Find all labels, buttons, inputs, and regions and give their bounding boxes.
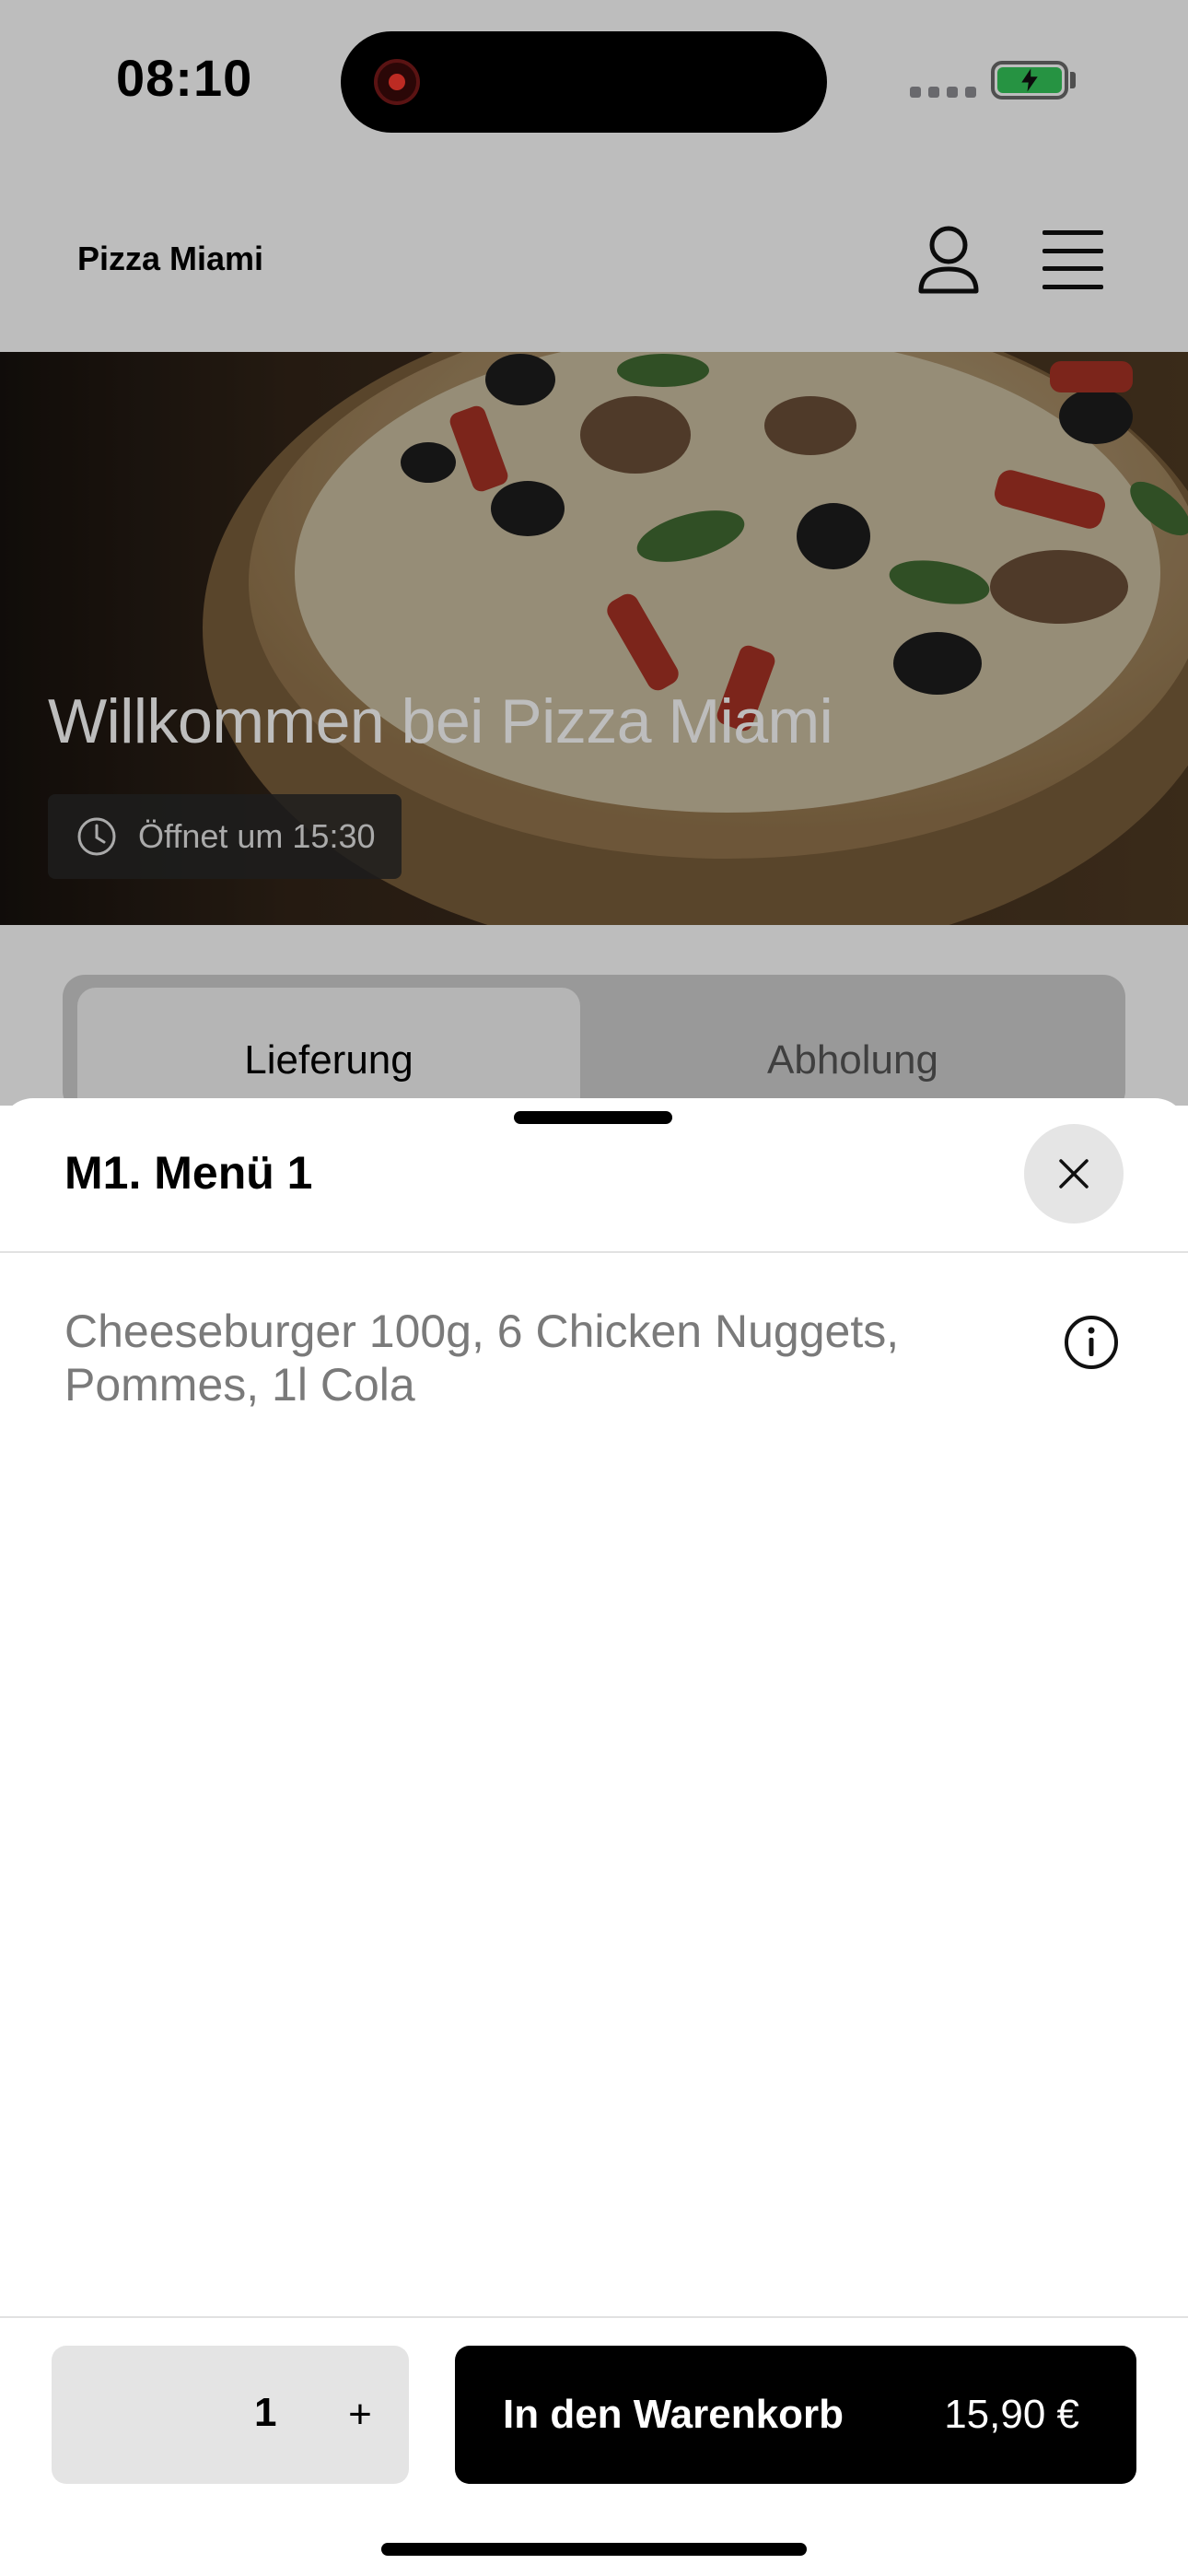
add-to-cart-label: In den Warenkorb [503, 2392, 844, 2437]
divider [0, 1251, 1188, 1253]
close-icon [1059, 1159, 1089, 1188]
product-bottom-sheet: M1. Menü 1 Cheeseburger 100g, 6 Chicken … [0, 1098, 1188, 2576]
quantity-stepper: 1 + [52, 2346, 409, 2484]
price-label: 15,90 € [944, 2392, 1079, 2437]
modal-backdrop[interactable] [0, 0, 1188, 1106]
product-description: Cheeseburger 100g, 6 Chicken Nuggets, Po… [64, 1306, 900, 1411]
close-button[interactable] [1024, 1124, 1124, 1224]
info-icon[interactable] [1063, 1314, 1120, 1371]
app-screen: 08:10 Pizza Miami Willkommen bei Pizza M… [0, 0, 1188, 2576]
sheet-grabber[interactable] [514, 1111, 672, 1124]
home-indicator[interactable] [381, 2543, 807, 2556]
product-title: M1. Menü 1 [64, 1147, 313, 1199]
add-to-cart-button[interactable]: In den Warenkorb 15,90 € [455, 2346, 1136, 2484]
footer-divider [0, 2316, 1188, 2318]
quantity-value: 1 [254, 2390, 277, 2435]
increment-button[interactable]: + [328, 2383, 392, 2447]
